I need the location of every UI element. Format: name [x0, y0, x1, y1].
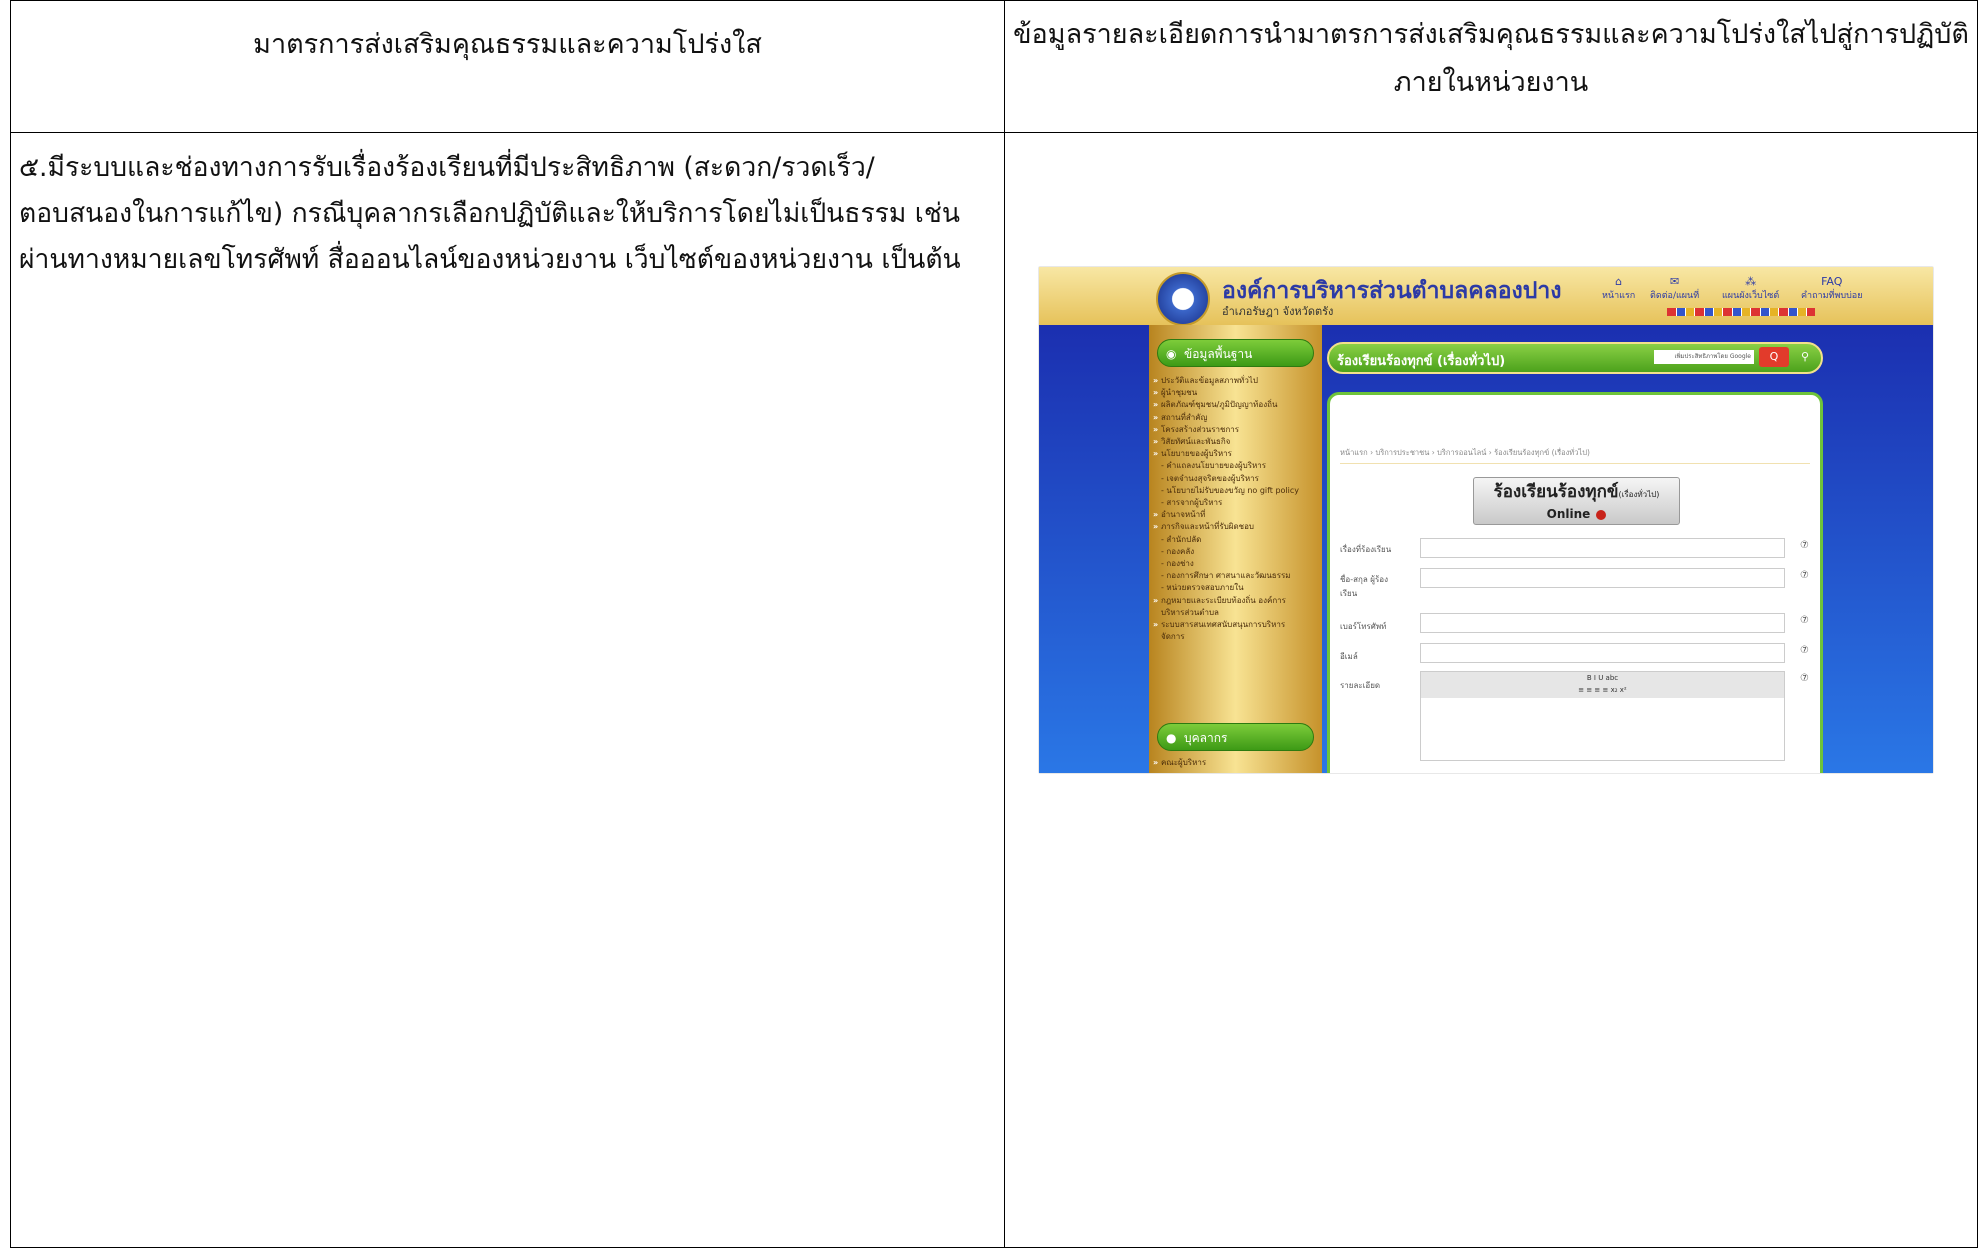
phone-input[interactable] [1420, 613, 1785, 633]
double-chevron-icon: » [1153, 522, 1161, 532]
people-icon[interactable]: ⚲ [1793, 347, 1817, 367]
divider [1340, 463, 1810, 464]
sidebar-personnel-button[interactable]: ● บุคลากร [1157, 723, 1314, 751]
double-chevron-icon: » [1153, 400, 1161, 410]
sidebar-item[interactable]: » ผลิตภัณฑ์ชุมชน/ภูมิปัญญาท้องถิ่น [1153, 399, 1299, 411]
field-label-phone: เบอร์โทรศัพท์ [1340, 622, 1387, 631]
mouse-icon [1596, 509, 1607, 520]
sidebar-item[interactable]: » คณะผู้บริหาร [1153, 757, 1206, 769]
nav-home[interactable]: ⌂ หน้าแรก [1602, 275, 1635, 302]
nav-contact[interactable]: ✉ ติดต่อ/แผนที่ [1650, 275, 1699, 302]
sidebar-item[interactable]: บริหารส่วนตำบล [1153, 607, 1299, 619]
sitemap-icon: ⁂ [1745, 275, 1757, 288]
double-chevron-icon: » [1153, 620, 1161, 630]
header-right-line1: ข้อมูลรายละเอียดการนำมาตรการส่งเสริมคุณธ… [1013, 19, 1969, 50]
faq-icon: FAQ [1821, 275, 1843, 288]
editor-toolbar-line[interactable]: ≡ ≡ ≡ ≡ x₂ x² [1421, 684, 1784, 696]
subject-input[interactable] [1420, 538, 1785, 558]
sidebar-item[interactable]: » นโยบายของผู้บริหาร [1153, 448, 1299, 460]
editor-toolbar[interactable]: B I U abc ≡ ≡ ≡ ≡ x₂ x² [1421, 672, 1784, 698]
mail-icon: ✉ [1669, 275, 1680, 288]
double-chevron-icon: » [1153, 388, 1161, 398]
field-label-name: ชื่อ-สกุล ผู้ร้องเรียน [1340, 575, 1388, 598]
sidebar-item[interactable]: » โครงสร้างส่วนราชการ [1153, 424, 1299, 436]
header-right-line2: ภายในหน่วยงาน [1393, 67, 1589, 98]
double-chevron-icon: » [1153, 510, 1161, 520]
measure-line: ผ่านทางหมายเลขโทรศัพท์ สื่อออนไลน์ของหน่… [19, 244, 961, 275]
sidebar-item[interactable]: » กฎหมายและระเบียบท้องถิ่น องค์การ [1153, 595, 1299, 607]
sidebar-item[interactable]: จัดการ [1153, 631, 1299, 643]
org-seal-logo [1156, 272, 1210, 326]
google-search-input[interactable]: เพิ่มประสิทธิภาพโดย Google [1654, 350, 1754, 364]
detail-editor[interactable]: B I U abc ≡ ≡ ≡ ≡ x₂ x² [1420, 671, 1785, 761]
main-title-bar: ร้องเรียนร้องทุกข์ (เรื่องทั่วไป) เพิ่มป… [1327, 342, 1823, 374]
sidebar-item[interactable]: » ผู้นำชุมชน [1153, 387, 1299, 399]
double-chevron-icon: » [1153, 449, 1161, 459]
site-top-nav: ⌂ หน้าแรก ✉ ติดต่อ/แผนที่ ⁂ แผนผังเว็บไซต์ … [1602, 275, 1922, 302]
field-label-subject: เรื่องที่ร้องเรียน [1340, 545, 1392, 554]
sidebar-item[interactable]: - กองคลัง [1153, 546, 1299, 558]
sidebar-item[interactable]: - กองการศึกษา ศาสนาและวัฒนธรรม [1153, 570, 1299, 582]
measure-cell: ๕.มีระบบและช่องทางการรับเรื่องร้องเรียนท… [10, 132, 1005, 1248]
site-header: องค์การบริหารส่วนตำบลคลองปาง อำเภอรัษฎา … [1039, 267, 1933, 326]
measure-line: ตอบสนองในการแก้ไข) กรณีบุคลากรเลือกปฏิบั… [19, 198, 960, 229]
sidebar-item[interactable]: » ระบบสารสนเทศสนับสนุนการบริหาร [1153, 619, 1299, 631]
online-title: ร้องเรียนร้องทุกข์ [1493, 482, 1619, 502]
site-org-sub: อำเภอรัษฎา จังหวัดตรัง [1222, 305, 1334, 318]
double-chevron-icon: » [1153, 437, 1161, 447]
header-left-cell: มาตรการส่งเสริมคุณธรรมและความโปร่งใส [10, 0, 1005, 133]
sidebar-item[interactable]: - เจตจำนงสุจริตของผู้บริหาร [1153, 473, 1299, 485]
sidebar-item[interactable]: » วิสัยทัศน์และพันธกิจ [1153, 436, 1299, 448]
home-icon: ⌂ [1615, 275, 1623, 288]
help-icon[interactable]: ⑦ [1800, 570, 1809, 581]
sidebar-item[interactable]: - หน่วยตรวจสอบภายใน [1153, 582, 1299, 594]
online-title-small: (เรื่องทั่วไป) [1618, 490, 1660, 499]
language-flags[interactable] [1667, 308, 1815, 316]
field-label-detail: รายละเอียด [1340, 681, 1381, 690]
search-button[interactable]: Q [1759, 347, 1789, 367]
sidebar-list-personnel: » คณะผู้บริหาร [1153, 757, 1206, 769]
double-chevron-icon: » [1153, 595, 1161, 605]
sidebar-item[interactable]: - สำนักปลัด [1153, 534, 1299, 546]
measure-line: ๕.มีระบบและช่องทางการรับเรื่องร้องเรียนท… [19, 152, 875, 183]
nav-faq[interactable]: FAQ คำถามที่พบบ่อย [1801, 275, 1862, 302]
double-chevron-icon: » [1153, 424, 1161, 434]
sidebar-item[interactable]: - คำแถลงนโยบายของผู้บริหาร [1153, 460, 1299, 472]
header-right-cell: ข้อมูลรายละเอียดการนำมาตรการส่งเสริมคุณธ… [1004, 0, 1978, 133]
sidebar-item[interactable]: » อำนาจหน้าที่ [1153, 509, 1299, 521]
nav-sitemap[interactable]: ⁂ แผนผังเว็บไซต์ [1722, 275, 1779, 302]
editor-textarea[interactable] [1421, 698, 1784, 760]
help-icon[interactable]: ⑦ [1800, 540, 1809, 551]
sidebar-item[interactable]: » สถานที่สำคัญ [1153, 412, 1299, 424]
sidebar-item[interactable]: » ภารกิจและหน้าที่รับผิดชอบ [1153, 521, 1299, 533]
email-input[interactable] [1420, 643, 1785, 663]
sidebar-list: » ประวัติและข้อมูลสภาพทั่วไป» ผู้นำชุมชน… [1153, 375, 1299, 643]
complaint-panel: หน้าแรก › บริการประชาชน › บริการออนไลน์ … [1327, 392, 1823, 773]
editor-toolbar-line[interactable]: B I U abc [1421, 672, 1784, 684]
online-complaint-banner[interactable]: ร้องเรียนร้องทุกข์(เรื่องทั่วไป) Online [1473, 477, 1680, 525]
field-label-email: อีเมล์ [1340, 652, 1358, 661]
main-title: ร้องเรียนร้องทุกข์ (เรื่องทั่วไป) [1337, 354, 1506, 369]
globe-icon: ◉ [1166, 347, 1177, 361]
sidebar-item[interactable]: - นโยบายไม่รับของขวัญ no gift policy [1153, 485, 1299, 497]
help-icon[interactable]: ⑦ [1800, 615, 1809, 626]
site-sidebar: ◉ ข้อมูลพื้นฐาน » ประวัติและข้อมูลสภาพทั่… [1149, 325, 1322, 773]
online-label: Online [1546, 507, 1591, 521]
sidebar-item[interactable]: - สารจากผู้บริหาร [1153, 497, 1299, 509]
header-left-text: มาตรการส่งเสริมคุณธรรมและความโปร่งใส [253, 29, 762, 60]
name-input[interactable] [1420, 568, 1785, 588]
person-icon: ● [1166, 731, 1177, 745]
help-icon[interactable]: ⑦ [1800, 673, 1809, 684]
sidebar-item[interactable]: - กองช่าง [1153, 558, 1299, 570]
double-chevron-icon: » [1153, 412, 1161, 422]
measure-text: ๕.มีระบบและช่องทางการรับเรื่องร้องเรียนท… [11, 133, 1004, 283]
website-screenshot: องค์การบริหารส่วนตำบลคลองปาง อำเภอรัษฎา … [1039, 267, 1933, 773]
help-icon[interactable]: ⑦ [1800, 645, 1809, 656]
double-chevron-icon: » [1153, 758, 1161, 767]
sidebar-item[interactable]: » ประวัติและข้อมูลสภาพทั่วไป [1153, 375, 1299, 387]
sidebar-basic-info-button[interactable]: ◉ ข้อมูลพื้นฐาน [1157, 339, 1314, 367]
breadcrumb: หน้าแรก › บริการประชาชน › บริการออนไลน์ … [1340, 448, 1590, 457]
double-chevron-icon: » [1153, 376, 1161, 385]
